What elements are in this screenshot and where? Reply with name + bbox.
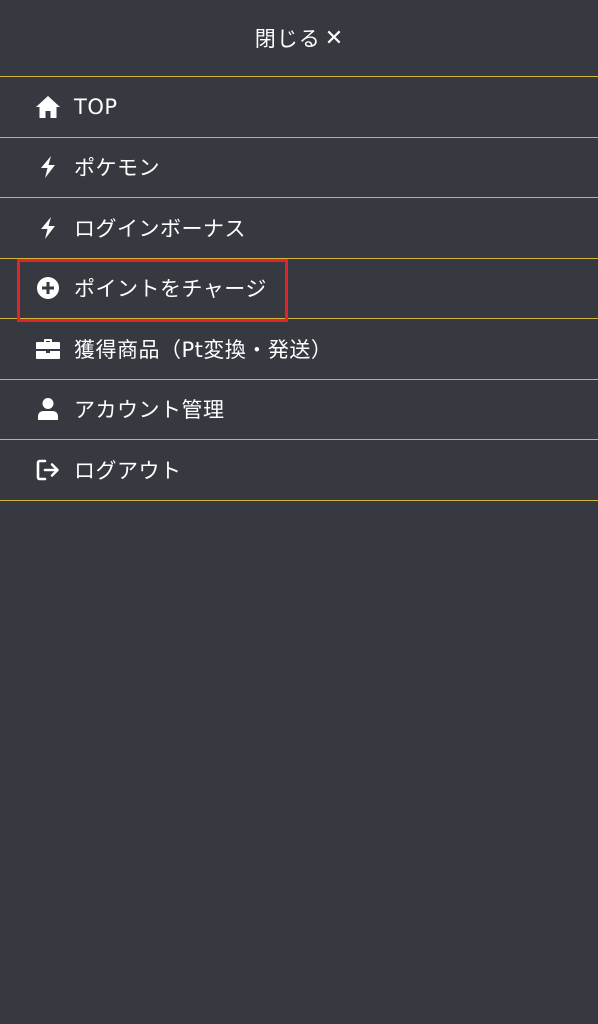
menu-item-label: ポケモン: [74, 156, 160, 181]
briefcase-icon: [34, 335, 62, 363]
menu-item-label: アカウント管理: [74, 398, 225, 423]
menu-item-label: TOP: [74, 94, 118, 119]
close-label: 閉じる: [254, 27, 321, 51]
menu-item-acquired-items[interactable]: 獲得商品（Pt変換・発送）: [0, 319, 598, 380]
close-menu-button[interactable]: 閉じる ✕: [0, 0, 598, 77]
logout-icon: [34, 456, 62, 484]
side-menu: 閉じる ✕ TOP ポケモン ログインボーナス ポイントをチャージ 獲得商品（P…: [0, 0, 598, 1024]
menu-item-account[interactable]: アカウント管理: [0, 380, 598, 440]
menu-item-logout[interactable]: ログアウト: [0, 440, 598, 501]
menu-item-label: 獲得商品（Pt変換・発送）: [74, 337, 333, 362]
menu-item-login-bonus[interactable]: ログインボーナス: [0, 198, 598, 259]
menu-item-label: ログインボーナス: [74, 216, 246, 241]
plus-circle-icon: [34, 274, 62, 302]
bolt-icon: [34, 153, 62, 181]
menu-item-pokemon[interactable]: ポケモン: [0, 138, 598, 198]
menu-item-charge-points[interactable]: ポイントをチャージ: [0, 259, 598, 319]
close-icon: ✕: [324, 25, 344, 51]
menu-item-top[interactable]: TOP: [0, 77, 598, 138]
user-icon: [34, 395, 62, 423]
menu-item-label: ログアウト: [74, 458, 182, 483]
home-icon: [34, 93, 62, 121]
menu-item-label: ポイントをチャージ: [74, 277, 267, 302]
bolt-icon: [34, 214, 62, 242]
